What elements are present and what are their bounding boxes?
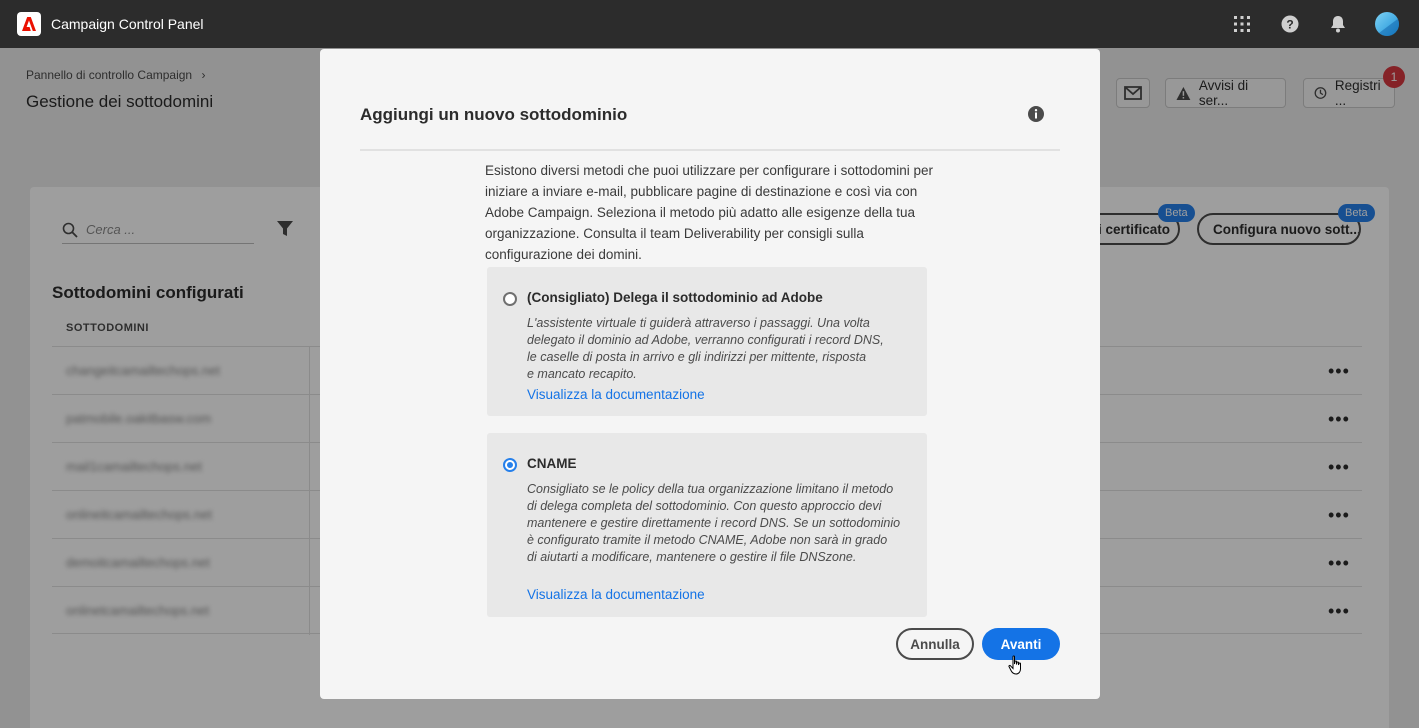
info-icon[interactable]	[1027, 105, 1045, 128]
description-line: Adobe Campaign. Seleziona il metodo più …	[485, 205, 916, 220]
option-text-line: di delega completa del sottodominio. Con…	[527, 499, 882, 513]
dialog-description: Esistono diversi metodi che puoi utilizz…	[485, 160, 935, 265]
apps-grid-icon[interactable]	[1230, 12, 1254, 36]
radio-cname[interactable]	[503, 458, 517, 472]
dialog-divider	[360, 149, 1060, 151]
app-title[interactable]: Campaign Control Panel	[51, 16, 204, 32]
top-bar: Campaign Control Panel ?	[0, 0, 1419, 48]
user-avatar[interactable]	[1375, 12, 1399, 36]
adobe-logo-icon[interactable]	[17, 12, 41, 36]
notification-bell-icon[interactable]	[1326, 12, 1350, 36]
cancel-button[interactable]: Annulla	[896, 628, 974, 660]
option-text-line: Consigliato se le policy della tua organ…	[527, 482, 894, 496]
help-icon[interactable]: ?	[1278, 12, 1302, 36]
option-text-line: L'assistente virtuale ti guiderà attrave…	[527, 316, 870, 330]
option-text-line: delegato il dominio ad Adobe, verranno c…	[527, 333, 884, 347]
description-line: configurazione dei domini.	[485, 247, 642, 262]
option-delegate-subdomain[interactable]: (Consigliato) Delega il sottodominio ad …	[487, 267, 927, 416]
option-text-line: mantenere e gestire direttamente i recor…	[527, 516, 901, 530]
option-text-line: è configurato tramite il metodo CNAME, A…	[527, 533, 888, 547]
option-title[interactable]: (Consigliato) Delega il sottodominio ad …	[527, 290, 823, 305]
option-title[interactable]: CNAME	[527, 456, 577, 471]
documentation-link[interactable]: Visualizza la documentazione	[527, 387, 705, 402]
description-line: Esistono diversi metodi che puoi utilizz…	[485, 163, 933, 178]
dialog-title: Aggiungi un nuovo sottodominio	[360, 105, 628, 124]
svg-text:?: ?	[1286, 18, 1293, 32]
option-cname[interactable]: CNAME Consigliato se le policy della tua…	[487, 433, 927, 617]
option-text-line: le caselle di posta in arrivo e gli indi…	[527, 350, 867, 364]
description-line: organizzazione. Consulta il team Deliver…	[485, 226, 864, 241]
option-description: Consigliato se le policy della tua organ…	[527, 481, 907, 566]
add-subdomain-dialog: Aggiungi un nuovo sottodominio Esistono …	[320, 49, 1100, 699]
description-line: iniziare a inviare e-mail, pubblicare pa…	[485, 184, 918, 199]
option-text-line: di aiutarti a modificare, mantenere o ge…	[527, 550, 857, 564]
option-text-line: e mancato recapito.	[527, 367, 637, 381]
radio-delegate[interactable]	[503, 292, 517, 306]
option-description: L'assistente virtuale ti guiderà attrave…	[527, 315, 907, 383]
documentation-link[interactable]: Visualizza la documentazione	[527, 587, 705, 602]
hand-pointer-cursor-icon	[1008, 655, 1024, 680]
